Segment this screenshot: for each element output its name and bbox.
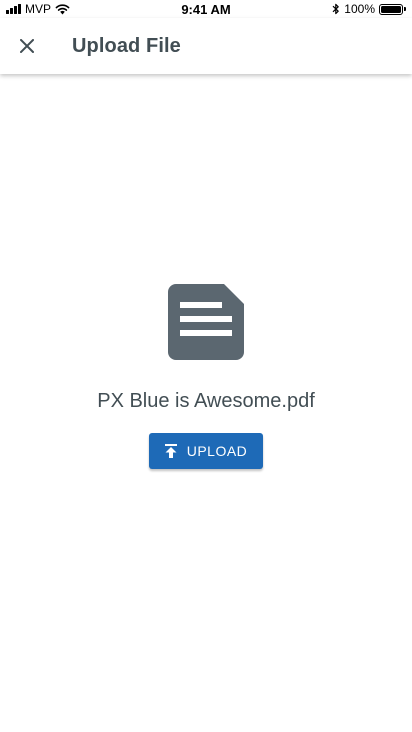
app-bar: Upload File [0,18,412,74]
status-right: 100% [266,2,406,16]
wifi-icon [55,3,70,14]
carrier-label: MVP [25,2,52,16]
status-left: MVP [6,2,146,16]
upload-button-label: UPLOAD [186,443,248,459]
battery-percent: 100% [344,2,375,16]
main-content: PX Blue is Awesome.pdf UPLOAD [0,74,412,732]
document-icon [166,282,246,362]
signal-icon [6,4,21,14]
status-time: 9:41 AM [181,1,231,17]
bluetooth-icon [332,3,340,15]
page-title: Upload File [72,34,181,57]
screen: MVP 9:41 AM 100% Upload File PX Blue is … [0,0,412,732]
battery-icon [379,3,406,15]
upload-button[interactable]: UPLOAD [149,433,263,469]
close-button[interactable] [15,34,39,58]
close-icon [20,39,34,53]
file-name: PX Blue is Awesome.pdf [97,390,315,412]
upload-icon [164,444,177,458]
status-bar: MVP 9:41 AM 100% [0,0,412,18]
